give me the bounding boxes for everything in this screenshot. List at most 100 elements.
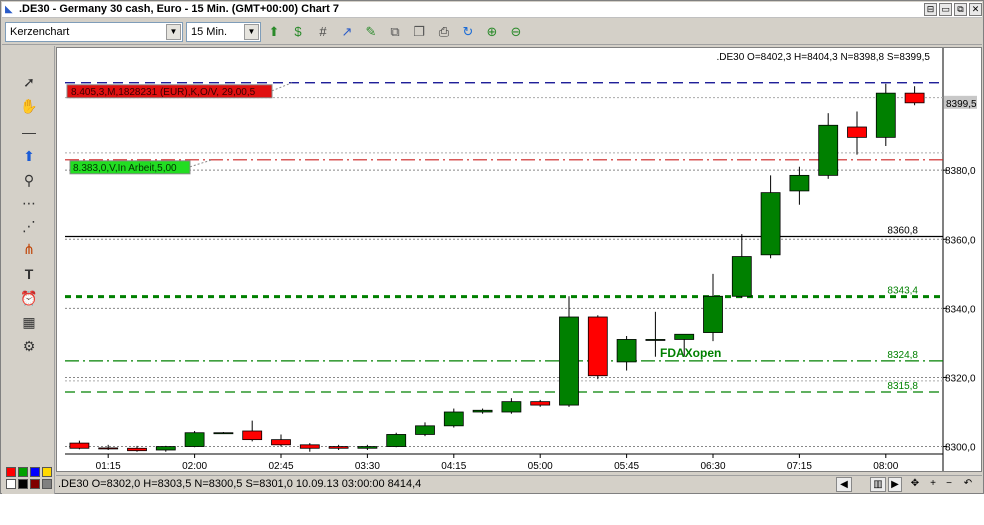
zoom-in-icon[interactable]: ⊕ bbox=[482, 23, 502, 41]
refresh-data-icon[interactable]: $ bbox=[288, 23, 308, 41]
candle-body bbox=[472, 409, 493, 413]
scroll-right-button[interactable]: ▶ bbox=[888, 477, 902, 492]
status-ohlc-text: .DE30 O=8302,0 H=8303,5 N=8300,5 S=8301,… bbox=[58, 478, 422, 490]
properties-icon[interactable]: ⧉ bbox=[385, 23, 405, 41]
color-swatch-green[interactable] bbox=[18, 467, 28, 477]
zoom-out-button[interactable]: − bbox=[942, 477, 956, 492]
buy-order-connector bbox=[189, 159, 213, 168]
arrow-up-icon[interactable]: ⬆ bbox=[18, 146, 40, 166]
candle-body bbox=[789, 174, 810, 192]
price-tick-label: 8340,0 bbox=[945, 304, 976, 315]
zoom-out-icon[interactable]: ⊖ bbox=[506, 23, 526, 41]
sell-order-label: 8.405,3,M,1828231 (EUR),K,O/V, 29,00,5 bbox=[71, 87, 256, 98]
color-swatch-black[interactable] bbox=[18, 479, 28, 489]
restore-button[interactable]: ▭ bbox=[939, 3, 952, 16]
scroll-left-button[interactable]: ◀ bbox=[836, 477, 852, 492]
candle-body bbox=[559, 316, 579, 406]
cursor-icon[interactable]: ➚ bbox=[18, 72, 40, 92]
pitchfork-icon[interactable]: ⋔ bbox=[18, 239, 40, 259]
chart-type-select[interactable]: Kerzenchart ▼ bbox=[5, 22, 183, 42]
price-tick-label: 8360,0 bbox=[945, 235, 976, 246]
timeframe-value: 15 Min. bbox=[191, 26, 228, 38]
header-ohlc-text: .DE30 O=8402,3 H=8404,3 N=8398,8 S=8399,… bbox=[716, 52, 930, 63]
zoom-in-button[interactable]: + bbox=[926, 477, 940, 492]
color-swatch-red[interactable] bbox=[6, 467, 16, 477]
add-indicator-icon[interactable]: ⬆ bbox=[264, 23, 284, 41]
candle-body bbox=[328, 446, 349, 449]
candle-body bbox=[386, 434, 407, 447]
candle-body bbox=[818, 124, 839, 176]
candle-body bbox=[674, 333, 695, 340]
candle-body bbox=[271, 439, 291, 446]
level-label-0: 8360,8 bbox=[887, 226, 918, 237]
time-tick-label: 01:15 bbox=[96, 461, 121, 471]
candle-body bbox=[443, 411, 464, 427]
time-tick-label: 08:00 bbox=[873, 461, 898, 471]
timeframe-select[interactable]: 15 Min. ▼ bbox=[186, 22, 261, 42]
candle-body bbox=[242, 430, 263, 441]
current-price-label: 8399,5 bbox=[946, 99, 977, 110]
alarm-icon[interactable]: ⏰ bbox=[18, 288, 40, 308]
hand-icon[interactable]: ✋ bbox=[18, 96, 40, 116]
calculator-icon[interactable]: ▦ bbox=[18, 312, 40, 332]
color-swatch-white[interactable] bbox=[6, 479, 16, 489]
close-button[interactable]: ✕ bbox=[969, 3, 982, 16]
reload-icon[interactable]: ↻ bbox=[458, 23, 478, 41]
settings-icon[interactable]: ⚙ bbox=[18, 336, 40, 356]
candle-body bbox=[127, 447, 147, 452]
color-swatch-maroon[interactable] bbox=[30, 479, 40, 489]
minimize-button[interactable]: ⊟ bbox=[924, 3, 937, 16]
gann-fan-icon[interactable]: ⋰ bbox=[18, 216, 40, 236]
maximize-button[interactable]: ⧉ bbox=[954, 3, 967, 16]
chart-app-icon: ◣ bbox=[5, 4, 13, 15]
candle-body bbox=[731, 256, 752, 297]
chart-type-value: Kerzenchart bbox=[10, 26, 70, 38]
chart-area[interactable]: 8300,0 8320,0 8340,0 8360,0 8380,0 01:15 02:00… bbox=[56, 47, 982, 472]
candle-body bbox=[98, 447, 119, 450]
time-tick-label: 02:00 bbox=[182, 461, 207, 471]
price-tick-label: 8320,0 bbox=[945, 373, 976, 384]
candle-body bbox=[587, 316, 608, 377]
fdax-open-label: FDAXopen bbox=[660, 346, 721, 360]
candle-body bbox=[530, 401, 551, 406]
color-swatch-blue[interactable] bbox=[30, 467, 40, 477]
candle-body bbox=[299, 444, 320, 449]
color-swatch-yellow[interactable] bbox=[42, 467, 52, 477]
draw-icon[interactable]: ✎ bbox=[361, 23, 381, 41]
chevron-down-icon[interactable]: ▼ bbox=[244, 24, 259, 40]
time-tick-label: 06:30 bbox=[700, 461, 725, 471]
candle-body bbox=[645, 339, 666, 341]
copy-icon[interactable]: ❐ bbox=[409, 23, 429, 41]
chevron-down-icon[interactable]: ▼ bbox=[166, 24, 181, 40]
time-tick-label: 02:45 bbox=[268, 461, 293, 471]
reset-view-icon[interactable]: ↶ bbox=[960, 477, 976, 492]
trend-icon[interactable]: ↗ bbox=[337, 23, 357, 41]
level-label-1: 8343,4 bbox=[887, 286, 918, 297]
time-tick-label: 04:15 bbox=[441, 461, 466, 471]
color-swatch-grey[interactable] bbox=[42, 479, 52, 489]
candle-body bbox=[847, 126, 867, 138]
candlestick-chart[interactable]: 8300,0 8320,0 8340,0 8360,0 8380,0 01:15 02:00… bbox=[57, 48, 981, 471]
candle-body bbox=[415, 425, 435, 435]
window-title: .DE30 - Germany 30 cash, Euro - 15 Min. … bbox=[19, 3, 340, 15]
status-bar: .DE30 O=8302,0 H=8303,5 N=8300,5 S=8301,… bbox=[56, 475, 982, 493]
candle-body bbox=[703, 295, 723, 333]
time-tick-label: 03:30 bbox=[355, 461, 380, 471]
title-bar: ◣ .DE30 - Germany 30 cash, Euro - 15 Min… bbox=[2, 2, 982, 18]
chart-window: ◣ .DE30 - Germany 30 cash, Euro - 15 Min… bbox=[0, 0, 984, 494]
chart-toolbar: Kerzenchart ▼ 15 Min. ▼ ⬆ $ # ↗ ✎ ⧉ ❐ ⎙ … bbox=[2, 19, 982, 45]
time-tick-label: 05:00 bbox=[528, 461, 553, 471]
horizontal-line-icon[interactable]: ― bbox=[18, 122, 40, 142]
text-icon[interactable]: T bbox=[18, 264, 40, 284]
time-tick-label: 05:45 bbox=[614, 461, 639, 471]
time-tick-label: 07:15 bbox=[787, 461, 812, 471]
scrollbar-thumb[interactable]: ▥ bbox=[870, 477, 886, 492]
print-icon[interactable]: ⎙ bbox=[434, 23, 454, 41]
grid-icon[interactable]: # bbox=[313, 23, 333, 41]
move-icon[interactable]: ✥ bbox=[908, 477, 922, 492]
drawing-tools-panel: ➚ ✋ ― ⬆ ⚲ ⋯ ⋰ ⋔ T ⏰ ▦ ⚙ bbox=[2, 46, 55, 494]
buy-order-label: 8.383,0,V,In Arbeit,5,00 bbox=[73, 163, 177, 174]
zoom-icon[interactable]: ⚲ bbox=[18, 170, 40, 190]
fibonacci-icon[interactable]: ⋯ bbox=[18, 193, 40, 213]
candle-body bbox=[184, 432, 205, 447]
